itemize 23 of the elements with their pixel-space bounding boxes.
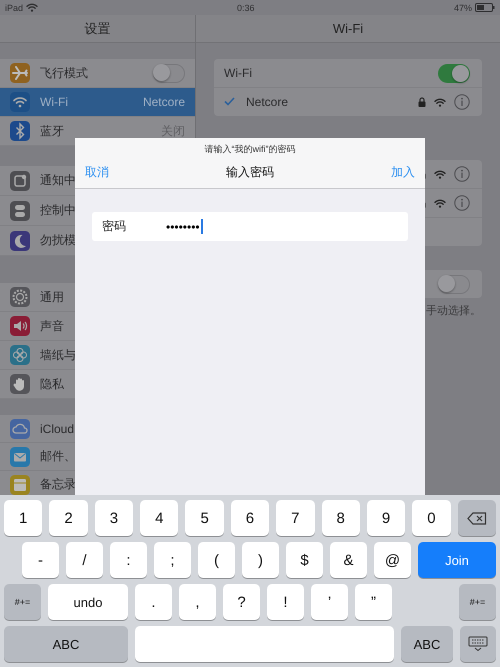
device-name: iPad <box>5 2 24 12</box>
item-label: 隐私 <box>40 376 65 392</box>
dialog-title: 输入密码 <box>225 164 275 180</box>
item-label: 邮件、 <box>40 448 77 465</box>
item-label: 墙纸与 <box>40 346 77 364</box>
item-label: iCloud <box>40 422 76 436</box>
item-label: 声音 <box>40 318 65 334</box>
footnote-text: 手动选择。 <box>425 304 482 318</box>
item-label: 勿扰模 <box>40 232 77 249</box>
page-title: Wi-Fi <box>332 21 364 36</box>
item-label: 蓝牙 <box>40 122 65 140</box>
item-label: Wi-Fi <box>40 95 69 109</box>
network-name: Netcore <box>246 95 290 109</box>
dialog-prompt: 请输入“我的wifi”的密码 <box>204 143 296 156</box>
item-label: 通用 <box>40 288 65 306</box>
battery-percent: 47% <box>454 2 472 12</box>
item-label: 控制中 <box>40 202 77 219</box>
item-value: Netcore <box>142 95 185 109</box>
item-label: 备忘录 <box>40 476 77 493</box>
wifi-label: Wi-Fi <box>224 66 253 80</box>
item-label: 飞行模式 <box>40 64 89 82</box>
sidebar-title: 设置 <box>84 20 110 38</box>
clock-time: 0:36 <box>236 2 255 12</box>
